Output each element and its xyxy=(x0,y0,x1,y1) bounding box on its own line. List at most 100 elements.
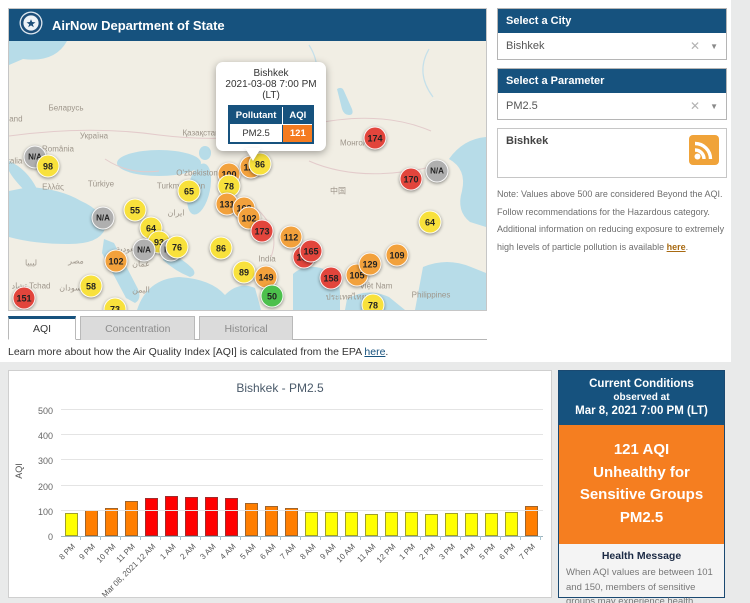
bar-group: 6 AM xyxy=(261,411,281,536)
aqi-marker-89[interactable]: 89 xyxy=(233,261,256,284)
aqi-marker-174[interactable]: 174 xyxy=(364,127,387,150)
bar-group: 1 PM xyxy=(401,411,421,536)
bar-group: 8 PM xyxy=(61,411,81,536)
aqi-marker-58[interactable]: 58 xyxy=(80,275,103,298)
parameter-clear-icon[interactable]: ✕ xyxy=(690,99,700,113)
aqi-marker-170[interactable]: 170 xyxy=(400,168,423,191)
bar-group: 9 PM xyxy=(81,411,101,536)
x-axis-label: 6 PM xyxy=(498,542,518,562)
gridline xyxy=(61,434,543,435)
bar-group: 10 PM xyxy=(101,411,121,536)
bar-group: 8 AM xyxy=(301,411,321,536)
aqi-marker-n/a[interactable]: N/A xyxy=(92,207,115,230)
chart-panel: Bishkek - PM2.5 AQI 0100200300400500 8 P… xyxy=(8,370,552,598)
city-chevron-down-icon[interactable]: ▼ xyxy=(710,42,718,51)
learn-more-period: . xyxy=(385,346,388,358)
y-axis-tick: 0 xyxy=(48,532,53,542)
y-axis-tick: 500 xyxy=(38,406,53,416)
aqi-marker-112[interactable]: 112 xyxy=(280,226,303,249)
x-axis-label: 7 PM xyxy=(518,542,538,562)
map-label: Беларусь xyxy=(49,104,84,113)
aqi-marker-64[interactable]: 64 xyxy=(419,211,442,234)
bar-group: 4 AM xyxy=(221,411,241,536)
conditions-observed-at: observed at xyxy=(563,392,720,403)
gridline xyxy=(61,459,543,460)
aqi-marker-n/a[interactable]: N/A xyxy=(133,239,156,262)
x-axis-label: 8 PM xyxy=(58,542,78,562)
tab-bar: AQIConcentrationHistorical xyxy=(8,316,487,340)
map-header: AirNow Department of State xyxy=(9,9,486,41)
map-label: Philippines xyxy=(412,291,451,300)
airnow-dos-page: AirNow Department of State xyxy=(0,0,750,603)
x-axis-label: 7 AM xyxy=(278,542,297,561)
aqi-marker-50[interactable]: 50 xyxy=(261,285,284,308)
popup-aqi-header: AQI xyxy=(283,106,313,125)
learn-more-line: Learn more about how the Air Quality Ind… xyxy=(8,346,388,358)
gridline xyxy=(61,485,543,486)
aqi-marker-158[interactable]: 158 xyxy=(320,267,343,290)
map-label: ایران xyxy=(168,209,185,218)
aqi-marker-109[interactable]: 109 xyxy=(386,244,409,267)
aqi-marker-76[interactable]: 76 xyxy=(166,236,189,259)
tab-aqi[interactable]: AQI xyxy=(8,316,76,340)
x-axis-label: 10 AM xyxy=(335,542,357,564)
x-axis-label: 2 AM xyxy=(178,542,197,561)
x-axis-label: 2 PM xyxy=(418,542,438,562)
aqi-marker-102[interactable]: 102 xyxy=(105,250,128,273)
popup-pollutant-header: Pollutant xyxy=(229,106,283,125)
x-axis-label: 3 AM xyxy=(198,542,217,561)
aqi-marker-n/a[interactable]: N/A xyxy=(426,160,449,183)
aqi-bar xyxy=(425,514,438,536)
rss-box: Bishkek xyxy=(497,128,727,178)
aqi-marker-173[interactable]: 173 xyxy=(251,220,274,243)
tab-historical[interactable]: Historical xyxy=(199,316,292,340)
bar-group: 5 PM xyxy=(481,411,501,536)
map-label: Қазақстан xyxy=(182,129,219,138)
map-viewport[interactable]: БеларусьУкраїнаRomâniaΕλλάςTürkiyeҚазақс… xyxy=(9,41,486,310)
x-axis-label: 1 AM xyxy=(158,542,177,561)
city-select-label: Select a City xyxy=(498,9,726,33)
aqi-bar xyxy=(245,503,258,536)
popup-pollutant-value: PM2.5 xyxy=(229,125,283,144)
parameter-select[interactable]: PM2.5 ✕ ▼ xyxy=(498,93,726,119)
note-here-link[interactable]: here xyxy=(667,242,686,252)
x-axis-label: 11 AM xyxy=(355,542,377,564)
x-axis-label: 4 AM xyxy=(218,542,237,561)
bar-group: 3 AM xyxy=(201,411,221,536)
aqi-marker-65[interactable]: 65 xyxy=(178,180,201,203)
aqi-marker-98[interactable]: 98 xyxy=(37,155,60,178)
aqi-bar xyxy=(485,513,498,536)
aqi-bar xyxy=(505,512,518,536)
popup-city: Bishkek xyxy=(220,68,322,79)
aqi-marker-86[interactable]: 86 xyxy=(210,237,233,260)
bar-group: 11 PM xyxy=(121,411,141,536)
aqi-marker-165[interactable]: 165 xyxy=(300,240,323,263)
x-axis-label: 12 PM xyxy=(375,542,398,565)
aqi-marker-129[interactable]: 129 xyxy=(359,253,382,276)
aqi-bar xyxy=(405,512,418,536)
tab-concentration[interactable]: Concentration xyxy=(80,316,195,340)
y-axis-ticks: 0100200300400500 xyxy=(23,411,57,537)
aqi-marker-78[interactable]: 78 xyxy=(362,294,385,311)
map-label: Ελλάς xyxy=(42,183,64,192)
city-select[interactable]: Bishkek ✕ ▼ xyxy=(498,33,726,59)
map-label: land xyxy=(9,115,23,124)
x-axis-label: 8 AM xyxy=(298,542,317,561)
bar-group: 11 AM xyxy=(361,411,381,536)
aqi-bar xyxy=(205,497,218,536)
aqi-marker-151[interactable]: 151 xyxy=(13,287,36,310)
aqi-bar xyxy=(285,508,298,536)
aqi-bar xyxy=(85,510,98,536)
rss-icon[interactable] xyxy=(689,135,719,170)
aqi-bar xyxy=(125,501,138,536)
city-clear-icon[interactable]: ✕ xyxy=(690,39,700,53)
state-dept-seal-icon xyxy=(19,11,43,40)
chart-title: Bishkek - PM2.5 xyxy=(9,381,551,395)
y-axis-tick: 300 xyxy=(38,456,53,466)
map-label: اليمن xyxy=(132,286,150,295)
aqi-bar xyxy=(445,513,458,536)
epa-here-link[interactable]: here xyxy=(364,346,385,358)
parameter-chevron-down-icon[interactable]: ▼ xyxy=(710,102,718,111)
current-conditions-panel: Current Conditions observed at Mar 8, 20… xyxy=(558,370,725,598)
aqi-bar xyxy=(465,513,478,536)
